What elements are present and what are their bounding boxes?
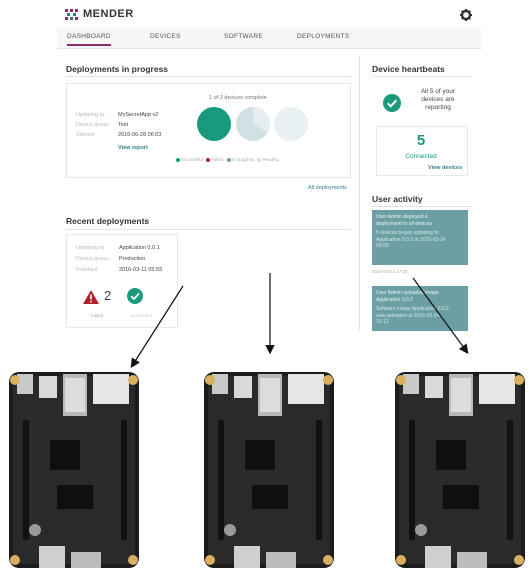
progress-circles	[197, 107, 308, 141]
failed-label: Failed	[91, 313, 104, 318]
recent-group-value: Production	[119, 256, 146, 262]
mender-logo-icon	[65, 9, 78, 20]
complete-text: 1 of 3 devices complete	[209, 95, 267, 101]
connected-count: 5	[416, 132, 426, 149]
divider	[66, 76, 351, 77]
activity-detail: 00:00	[376, 243, 389, 249]
activity-title: User activity	[372, 194, 423, 204]
legend-in-progress: In progress	[231, 157, 255, 162]
tab-devices[interactable]: DEVICES	[150, 33, 181, 40]
check-circle-icon	[383, 94, 401, 112]
updating-value: MySecretApp v2	[118, 112, 159, 118]
legend-dot-pending	[257, 157, 262, 162]
divider	[66, 229, 351, 230]
recent-title: Recent deployments	[66, 216, 150, 226]
app-logo-text: MENDER	[83, 8, 134, 20]
view-devices-link[interactable]: View devices	[428, 165, 462, 171]
beaglebone-board-image	[9, 372, 139, 568]
tab-dashboard[interactable]: DASHBOARD	[67, 33, 111, 46]
legend-dot-failed	[206, 157, 211, 162]
beaglebone-board-image	[395, 372, 525, 568]
recent-updating-label: Updating to:	[76, 245, 106, 251]
all-deployments-link[interactable]: All deployments	[308, 185, 347, 191]
group-value: Test	[118, 122, 129, 128]
divider	[372, 76, 472, 77]
activity-text: Application 0.0.2	[376, 296, 413, 303]
legend-pending: Pending	[262, 157, 279, 162]
group-label: Device group:	[76, 122, 110, 128]
successful-label: Successful	[130, 313, 152, 318]
finished-value: 2016-03-11 05:03	[119, 267, 163, 273]
heartbeat-title: Device heartbeats	[372, 64, 445, 74]
legend-failed: Failed	[211, 157, 224, 162]
warning-icon	[83, 290, 99, 304]
activity-text: deployment to all devices	[376, 220, 433, 227]
divider	[372, 206, 472, 207]
heartbeat-line-1: All 5 of your	[420, 88, 456, 95]
activity-detail: 15:13	[376, 319, 389, 325]
view-report-link[interactable]: View report	[118, 145, 148, 151]
activity-timestamp: 2016-03-21 17:00	[372, 269, 408, 274]
tab-software[interactable]: SOFTWARE	[224, 33, 263, 40]
updating-label: Updating to:	[76, 112, 106, 118]
legend-dot-success	[176, 157, 180, 162]
panel-divider	[359, 56, 360, 331]
tab-deployments[interactable]: DEPLOYMENTS	[297, 33, 349, 40]
progress-legend: Successful Failed In progress Pending	[176, 157, 279, 162]
heartbeat-line-3: reporting	[425, 104, 451, 111]
in-progress-title: Deployments in progress	[66, 64, 169, 74]
beaglebone-board-image	[204, 372, 334, 568]
heartbeat-status: All 5 of your devices are reporting	[413, 88, 463, 112]
heartbeat-line-2: devices are	[421, 96, 455, 103]
main-nav: DASHBOARD DEVICES SOFTWARE DEPLOYMENTS	[57, 28, 481, 49]
legend-dot-progress	[226, 157, 231, 162]
recent-updating-value: Application 0.0.1	[119, 245, 160, 251]
started-label: Started:	[76, 132, 96, 138]
finished-label: Finished:	[76, 267, 99, 273]
gear-icon[interactable]	[459, 8, 473, 22]
check-circle-icon	[127, 288, 143, 304]
connected-label: Connected	[405, 153, 437, 160]
activity-card-deployed[interactable]: User Admin deployed a deployment to all …	[372, 210, 468, 265]
recent-group-label: Device group:	[76, 256, 110, 262]
activity-card-uploaded[interactable]: User Admin uploaded image Application 0.…	[372, 286, 468, 331]
started-value: 2016-06-28 06:03	[118, 132, 162, 138]
failed-count: 2	[104, 288, 112, 303]
legend-successful: Successful	[181, 157, 203, 162]
